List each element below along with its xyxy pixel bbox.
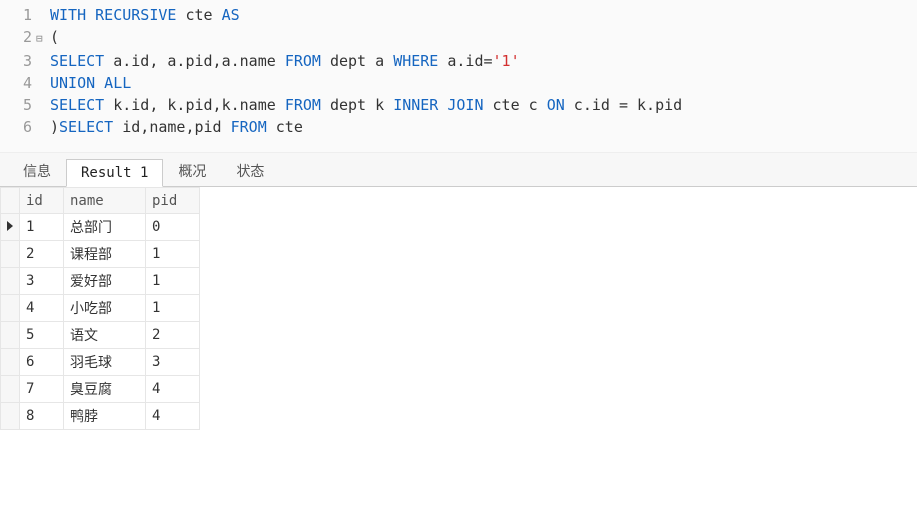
- token: cte: [176, 6, 221, 24]
- cell-id[interactable]: 6: [20, 349, 64, 376]
- cell-pid[interactable]: 3: [146, 349, 200, 376]
- cell-name[interactable]: 课程部: [64, 241, 146, 268]
- token: id,name,pid: [113, 118, 230, 136]
- token: INNER JOIN: [393, 96, 483, 114]
- cell-name[interactable]: 小吃部: [64, 295, 146, 322]
- line-number: 5: [0, 94, 36, 116]
- token: SELECT: [50, 52, 104, 70]
- tab-概况[interactable]: 概况: [163, 155, 221, 186]
- table-row[interactable]: 5语文2: [1, 322, 200, 349]
- code-text[interactable]: )SELECT id,name,pid FROM cte: [50, 116, 303, 138]
- token: FROM: [231, 118, 267, 136]
- column-header-id[interactable]: id: [20, 188, 64, 214]
- line-number: 1: [0, 4, 36, 26]
- token: cte: [267, 118, 303, 136]
- table-row[interactable]: 1总部门0: [1, 214, 200, 241]
- code-line[interactable]: 1 WITH RECURSIVE cte AS: [0, 4, 917, 26]
- table-row[interactable]: 6羽毛球3: [1, 349, 200, 376]
- tab-状态[interactable]: 状态: [221, 155, 279, 186]
- current-row-icon: [7, 221, 13, 231]
- token: a.id=: [438, 52, 492, 70]
- cell-id[interactable]: 4: [20, 295, 64, 322]
- row-marker: [1, 376, 20, 403]
- token: (: [50, 28, 59, 46]
- result-grid[interactable]: id name pid 1总部门02课程部13爱好部14小吃部15语文26羽毛球…: [0, 187, 200, 430]
- table-row[interactable]: 7臭豆腐4: [1, 376, 200, 403]
- cell-pid[interactable]: 0: [146, 214, 200, 241]
- code-text[interactable]: UNION ALL: [50, 72, 131, 94]
- cell-name[interactable]: 臭豆腐: [64, 376, 146, 403]
- code-line[interactable]: 4 UNION ALL: [0, 72, 917, 94]
- token: UNION ALL: [50, 74, 131, 92]
- fold-toggle-icon[interactable]: ⊟: [36, 28, 50, 50]
- row-marker: [1, 403, 20, 430]
- token: dept k: [321, 96, 393, 114]
- cell-name[interactable]: 爱好部: [64, 268, 146, 295]
- token: AS: [222, 6, 240, 24]
- token: WITH RECURSIVE: [50, 6, 176, 24]
- cell-name[interactable]: 鸭脖: [64, 403, 146, 430]
- code-line[interactable]: 2⊟(: [0, 26, 917, 50]
- token: '1': [493, 52, 520, 70]
- token: SELECT: [50, 96, 104, 114]
- cell-pid[interactable]: 4: [146, 403, 200, 430]
- table-row[interactable]: 8鸭脖4: [1, 403, 200, 430]
- cell-id[interactable]: 5: [20, 322, 64, 349]
- table-row[interactable]: 4小吃部1: [1, 295, 200, 322]
- table-row[interactable]: 3爱好部1: [1, 268, 200, 295]
- row-marker: [1, 241, 20, 268]
- cell-id[interactable]: 3: [20, 268, 64, 295]
- result-tabs: 信息Result 1概况状态: [0, 153, 917, 187]
- code-line[interactable]: 6)SELECT id,name,pid FROM cte: [0, 116, 917, 138]
- row-marker: [1, 322, 20, 349]
- code-text[interactable]: WITH RECURSIVE cte AS: [50, 4, 240, 26]
- line-number: 4: [0, 72, 36, 94]
- cell-pid[interactable]: 1: [146, 295, 200, 322]
- token: WHERE: [393, 52, 438, 70]
- token: k.id, k.pid,k.name: [104, 96, 285, 114]
- row-marker: [1, 295, 20, 322]
- cell-id[interactable]: 1: [20, 214, 64, 241]
- token: FROM: [285, 96, 321, 114]
- code-line[interactable]: 5 SELECT k.id, k.pid,k.name FROM dept k I…: [0, 94, 917, 116]
- line-number: 2: [0, 26, 36, 48]
- tab-信息[interactable]: 信息: [8, 155, 66, 186]
- cell-id[interactable]: 2: [20, 241, 64, 268]
- token: dept a: [321, 52, 393, 70]
- table-row[interactable]: 2课程部1: [1, 241, 200, 268]
- code-text[interactable]: (: [50, 26, 59, 48]
- cell-name[interactable]: 语文: [64, 322, 146, 349]
- token: FROM: [285, 52, 321, 70]
- cell-name[interactable]: 总部门: [64, 214, 146, 241]
- cell-pid[interactable]: 2: [146, 322, 200, 349]
- token: a.id, a.pid,a.name: [104, 52, 285, 70]
- sql-editor[interactable]: 1WITH RECURSIVE cte AS2⊟(3SELECT a.id, a…: [0, 0, 917, 153]
- column-header-pid[interactable]: pid: [146, 188, 200, 214]
- grid-header-row: id name pid: [1, 188, 200, 214]
- cell-pid[interactable]: 1: [146, 241, 200, 268]
- row-marker: [1, 268, 20, 295]
- token: ): [50, 118, 59, 136]
- row-marker: [1, 349, 20, 376]
- code-text[interactable]: SELECT a.id, a.pid,a.name FROM dept a WH…: [50, 50, 520, 72]
- cell-id[interactable]: 8: [20, 403, 64, 430]
- cell-name[interactable]: 羽毛球: [64, 349, 146, 376]
- cell-id[interactable]: 7: [20, 376, 64, 403]
- line-number: 6: [0, 116, 36, 138]
- token: ON: [547, 96, 565, 114]
- code-text[interactable]: SELECT k.id, k.pid,k.name FROM dept k IN…: [50, 94, 682, 116]
- token: c.id = k.pid: [565, 96, 682, 114]
- row-marker-header: [1, 188, 20, 214]
- cell-pid[interactable]: 4: [146, 376, 200, 403]
- cell-pid[interactable]: 1: [146, 268, 200, 295]
- line-number: 3: [0, 50, 36, 72]
- row-marker: [1, 214, 20, 241]
- column-header-name[interactable]: name: [64, 188, 146, 214]
- code-line[interactable]: 3 SELECT a.id, a.pid,a.name FROM dept a W…: [0, 50, 917, 72]
- token: cte c: [484, 96, 547, 114]
- token: SELECT: [59, 118, 113, 136]
- tab-result-1[interactable]: Result 1: [66, 159, 163, 187]
